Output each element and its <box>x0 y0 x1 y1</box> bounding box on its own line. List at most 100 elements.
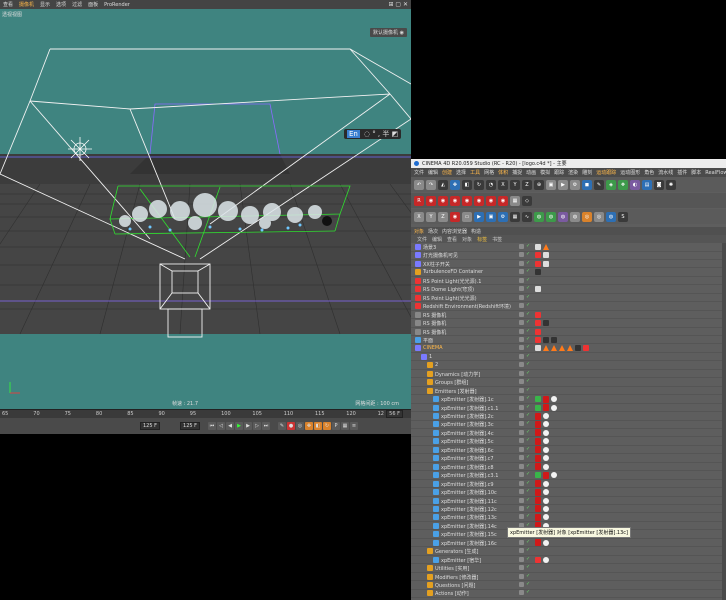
visibility-dot-icon[interactable] <box>519 362 524 368</box>
sky-icon[interactable]: ◍ <box>570 211 580 222</box>
x-lock-icon[interactable]: X <box>414 211 424 222</box>
tag-orange-tri-icon[interactable] <box>551 345 557 352</box>
tag-orange-sq-icon[interactable] <box>535 260 541 267</box>
tag-dots-icon[interactable] <box>535 244 541 250</box>
visibility-dot-icon[interactable] <box>519 497 524 503</box>
object-row[interactable]: xpEmitter [发射器].6c ✓ <box>411 446 726 455</box>
tag-redsq-icon[interactable] <box>535 429 541 437</box>
object-menu-item[interactable]: 标签 <box>477 236 487 243</box>
object-row[interactable]: Utilities [实用] ✓ <box>411 564 726 573</box>
tag-white-icon[interactable] <box>543 463 549 470</box>
tag-white-icon[interactable] <box>543 480 549 487</box>
visibility-dot-icon[interactable] <box>519 328 524 334</box>
viewport-menu-item[interactable]: 显示 <box>40 1 50 8</box>
z-axis-icon[interactable]: Z <box>522 179 532 190</box>
redshift-dome-icon[interactable]: ◉ <box>462 195 472 206</box>
tag-dots-icon[interactable] <box>543 260 549 267</box>
object-menu-item[interactable]: 编辑 <box>432 236 442 243</box>
object-row[interactable]: 平面 ✓ <box>411 336 726 345</box>
tag-white-icon[interactable] <box>543 455 549 462</box>
menu-item[interactable]: 捕捉 <box>512 169 522 176</box>
light-icon[interactable]: ✺ <box>666 179 676 190</box>
redshift-volume-icon[interactable]: ◉ <box>486 195 496 206</box>
menu-item[interactable]: 网格 <box>484 169 494 176</box>
menu-item[interactable]: 跟踪 <box>554 169 564 176</box>
render-view-icon[interactable]: ▶ <box>558 179 568 190</box>
enabled-check-icon[interactable]: ✓ <box>526 489 531 494</box>
visibility-dot-icon[interactable] <box>519 252 524 258</box>
tag-dark-icon[interactable] <box>575 345 581 352</box>
goto-start-icon[interactable]: ⏮ <box>208 422 217 430</box>
enabled-check-icon[interactable]: ✓ <box>526 396 531 401</box>
select-icon[interactable]: ◭ <box>438 179 448 190</box>
visibility-dot-icon[interactable] <box>519 413 524 418</box>
enabled-check-icon[interactable]: ✓ <box>526 472 531 477</box>
object-row[interactable]: Generators [生成] ✓ <box>411 547 726 556</box>
redshift-ipr-icon[interactable]: ◉ <box>438 195 448 206</box>
z-lock-icon[interactable]: Z <box>438 211 448 222</box>
enabled-check-icon[interactable]: ✓ <box>526 345 531 350</box>
enabled-check-icon[interactable]: ✓ <box>526 446 531 452</box>
redshift-render-icon[interactable]: ◉ <box>426 195 436 206</box>
y-lock-icon[interactable]: Y <box>426 211 436 222</box>
menu-item[interactable]: 体积 <box>498 169 508 176</box>
visibility-dot-icon[interactable] <box>519 472 524 478</box>
visibility-dot-icon[interactable] <box>519 244 524 249</box>
light-object[interactable] <box>68 137 92 161</box>
tag-red-icon[interactable] <box>535 556 541 563</box>
material-icon[interactable]: ◍ <box>606 211 616 222</box>
panel-tab[interactable]: 内容浏览器 <box>442 228 467 235</box>
visibility-dot-icon[interactable] <box>519 463 524 469</box>
object-row[interactable]: xpEmitter [发射器].4c ✓ <box>411 429 726 438</box>
enabled-check-icon[interactable]: ✓ <box>526 387 531 393</box>
end-frame-field[interactable]: 125 F <box>180 422 201 430</box>
enabled-check-icon[interactable]: ✓ <box>526 320 531 325</box>
object-menu-item[interactable]: 对象 <box>462 236 472 243</box>
enabled-check-icon[interactable]: ✓ <box>526 556 531 562</box>
render-region-icon[interactable]: ▣ <box>546 179 556 190</box>
menu-item[interactable]: RealFlow <box>705 170 726 176</box>
object-row[interactable]: Groups [群组] ✓ <box>411 378 726 387</box>
menu-item[interactable]: 编辑 <box>428 169 438 176</box>
viewport-menu-item[interactable]: ProRender <box>104 2 130 8</box>
object-row[interactable]: 1 ✓ <box>411 353 726 362</box>
x-axis-icon[interactable]: X <box>498 179 508 190</box>
record-icon[interactable]: ● <box>287 422 296 430</box>
floor-icon[interactable]: ▤ <box>642 179 652 190</box>
viewport-menu-item[interactable]: 选项 <box>56 1 66 8</box>
turbulence-icon[interactable]: ◇ <box>522 195 532 206</box>
tag-redsq-icon[interactable] <box>535 446 541 454</box>
tag-redsq-icon[interactable] <box>535 539 541 547</box>
current-frame-field[interactable]: 56 F <box>386 410 403 418</box>
object-menu-item[interactable]: 文件 <box>417 236 427 243</box>
tag-redsq-icon[interactable] <box>535 412 541 420</box>
perspective-viewport[interactable]: 透视视图 默认摄像机 ◉ En ◌ ° , 半 ◩ 帧速 : 21.7 网格间距… <box>0 9 411 409</box>
viewport-menu-item[interactable]: 查看 <box>3 1 13 8</box>
tag-dots-icon[interactable] <box>543 252 549 259</box>
visibility-dot-icon[interactable] <box>519 556 524 562</box>
menu-item[interactable]: 选择 <box>456 169 466 176</box>
object-row[interactable]: TurbulenceFD Container ✓ <box>411 268 726 277</box>
visibility-dot-icon[interactable] <box>519 277 524 283</box>
visibility-dot-icon[interactable] <box>519 286 524 292</box>
tag-white-icon[interactable] <box>543 489 549 496</box>
tag-redsq-icon[interactable] <box>535 513 541 521</box>
redshift-icon[interactable]: R <box>414 195 424 206</box>
title-bar[interactable]: CINEMA 4D R20.059 Studio (RC - R20) - [l… <box>411 159 726 168</box>
tag-redsq-icon[interactable] <box>543 395 549 403</box>
tag-dark-icon[interactable] <box>543 336 549 343</box>
prev-key-icon[interactable]: ◁ <box>217 422 226 430</box>
tag-orange-tri-icon[interactable] <box>543 345 549 352</box>
edit-render-icon[interactable]: ⚙ <box>498 211 508 222</box>
tag-redsq-icon[interactable] <box>535 488 541 496</box>
visibility-dot-icon[interactable] <box>519 320 524 326</box>
menu-item[interactable]: 运动图形 <box>620 169 640 176</box>
object-row[interactable]: Actions [动作] ✓ <box>411 589 726 598</box>
timeline-ruler[interactable]: 65 70 75 80 85 90 95 100 105 110 115 120 12 56 F <box>0 409 411 418</box>
param-key-icon[interactable]: P <box>332 422 341 430</box>
object-row[interactable]: xpEmitter [发射器].c8 ✓ <box>411 463 726 472</box>
menu-item[interactable]: 渲染 <box>568 169 578 176</box>
rotate-key-icon[interactable]: ↻ <box>323 422 332 430</box>
object-row[interactable]: xpEmitter [发射器].c9 ✓ <box>411 480 726 489</box>
enabled-check-icon[interactable]: ✓ <box>526 252 531 257</box>
